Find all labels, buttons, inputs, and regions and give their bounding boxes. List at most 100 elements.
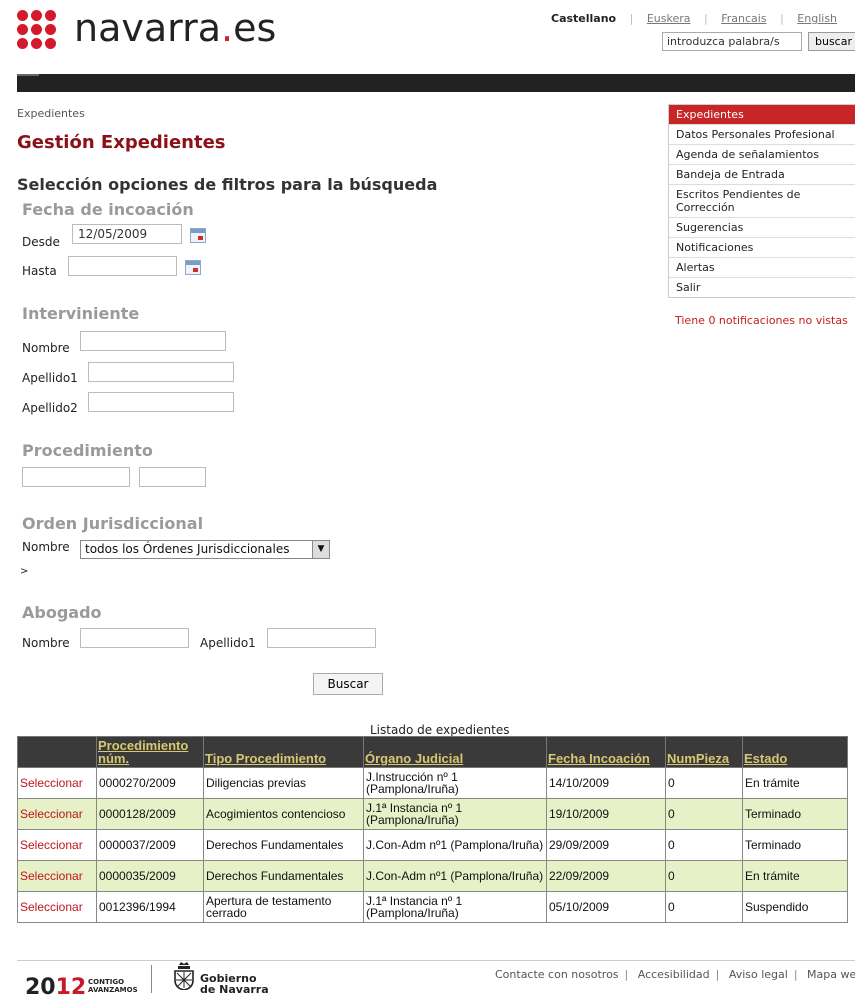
cell-estado: Terminado: [742, 829, 848, 861]
cell-num: 0000035/2009: [96, 860, 204, 892]
desde-date-input[interactable]: [72, 224, 182, 244]
cell-fecha: 05/10/2009: [546, 891, 666, 923]
seleccionar-link[interactable]: Seleccionar: [20, 776, 83, 790]
menu-item-agenda[interactable]: Agenda de señalamientos: [669, 145, 855, 165]
cell-action: Seleccionar: [17, 829, 97, 861]
table-header-row: Procedimiento núm. Tipo Procedimiento Ór…: [17, 736, 848, 768]
menu-item-bandeja[interactable]: Bandeja de Entrada: [669, 165, 855, 185]
site-search-input[interactable]: [662, 32, 802, 51]
footer-divider: [17, 960, 855, 961]
table-caption: Listado de expedientes: [370, 723, 510, 737]
cell-pieza: 0: [665, 891, 743, 923]
footer-separator: |: [715, 968, 720, 981]
footer-link-accesibilidad[interactable]: Accesibilidad: [638, 968, 710, 981]
slogan-line2: AVANZAMOS: [88, 986, 138, 994]
table-row: Seleccionar 0000270/2009 Diligencias pre…: [17, 767, 848, 799]
col-header-organo[interactable]: Órgano Judicial: [363, 736, 547, 768]
table-row: Seleccionar 0000035/2009 Derechos Fundam…: [17, 860, 848, 892]
hasta-date-input[interactable]: [68, 256, 177, 276]
lang-english-link[interactable]: English: [797, 12, 837, 25]
col-header-estado[interactable]: Estado: [742, 736, 848, 768]
menu-item-datos-personales[interactable]: Datos Personales Profesional: [669, 125, 855, 145]
seleccionar-link[interactable]: Seleccionar: [20, 869, 83, 883]
cell-num: 0000270/2009: [96, 767, 204, 799]
notifications-status: Tiene 0 notificaciones no vistas: [675, 314, 848, 327]
coat-of-arms-icon: [174, 962, 194, 990]
procedimiento-num-input[interactable]: [22, 467, 130, 487]
fecha-section-title: Fecha de incoación: [22, 200, 194, 219]
cell-tipo: Diligencias previas: [203, 767, 364, 799]
col-header-tipo[interactable]: Tipo Procedimiento: [203, 736, 364, 768]
cell-num: 0012396/1994: [96, 891, 204, 923]
lang-francais-link[interactable]: Francais: [721, 12, 766, 25]
table-row: Seleccionar 0000128/2009 Acogimientos co…: [17, 798, 848, 830]
breadcrumb[interactable]: Expedientes: [17, 107, 85, 120]
seleccionar-link[interactable]: Seleccionar: [20, 900, 83, 914]
footer-link-contacte[interactable]: Contacte con nosotros: [495, 968, 619, 981]
navarra-logo-dots[interactable]: [17, 10, 63, 56]
gobierno-logo[interactable]: Gobierno de Navarra: [200, 973, 269, 995]
footer-link-aviso-legal[interactable]: Aviso legal: [729, 968, 788, 981]
cell-tipo: Derechos Fundamentales: [203, 860, 364, 892]
logo-dot: .: [221, 6, 234, 50]
year-suffix: 12: [55, 975, 87, 1000]
menu-item-salir[interactable]: Salir: [669, 278, 855, 297]
cell-action: Seleccionar: [17, 767, 97, 799]
seleccionar-link[interactable]: Seleccionar: [20, 807, 83, 821]
apellido1-label: Apellido1: [22, 371, 78, 385]
site-logo[interactable]: navarra.es: [74, 6, 276, 50]
footer-link-mapa-web[interactable]: Mapa web: [807, 968, 855, 981]
col-header-numpieza[interactable]: NumPieza: [665, 736, 743, 768]
gov-line2: de Navarra: [200, 983, 269, 996]
cell-tipo: Derechos Fundamentales: [203, 829, 364, 861]
interviniente-apellido1-input[interactable]: [88, 362, 234, 382]
table-row: Seleccionar 0012396/1994 Apertura de tes…: [17, 891, 848, 923]
interviniente-apellido2-input[interactable]: [88, 392, 234, 412]
col-header-fecha[interactable]: Fecha Incoación: [546, 736, 666, 768]
orden-nombre-label: Nombre: [22, 540, 70, 554]
cell-estado: Terminado: [742, 798, 848, 830]
abogado-apellido1-input[interactable]: [267, 628, 376, 648]
cell-pieza: 0: [665, 860, 743, 892]
orden-arrow: >: [20, 566, 29, 577]
desde-label: Desde: [22, 235, 60, 249]
page-title: Gestión Expedientes: [17, 132, 226, 153]
cell-estado: En trámite: [742, 767, 848, 799]
cell-pieza: 0: [665, 798, 743, 830]
col-header-procedimiento[interactable]: Procedimiento núm.: [96, 736, 204, 768]
orden-jurisdiccional-select[interactable]: todos los Órdenes Jurisdiccionales ▼: [80, 540, 330, 559]
menu-item-expedientes[interactable]: Expedientes: [669, 105, 855, 125]
procedimiento-year-input[interactable]: [139, 467, 206, 487]
nombre-label: Nombre: [22, 341, 70, 355]
interviniente-nombre-input[interactable]: [80, 331, 226, 351]
buscar-button[interactable]: Buscar: [313, 673, 383, 695]
chevron-down-icon[interactable]: ▼: [312, 541, 329, 558]
table-row: Seleccionar 0000037/2009 Derechos Fundam…: [17, 829, 848, 861]
abogado-nombre-input[interactable]: [80, 628, 189, 648]
lang-separator: |: [629, 12, 634, 25]
footer-vertical-divider: [151, 965, 152, 993]
footer-links: Contacte con nosotros | Accesibilidad | Av…: [495, 968, 855, 981]
logo-prefix: navarra: [74, 6, 222, 50]
cell-organo: J.1ª Instancia nº 1 (Pamplona/Iruña): [363, 798, 547, 830]
seleccionar-link[interactable]: Seleccionar: [20, 838, 83, 852]
cell-fecha: 19/10/2009: [546, 798, 666, 830]
cell-organo: J.1ª Instancia nº 1 (Pamplona/Iruña): [363, 891, 547, 923]
cell-organo: J.Con-Adm nº1 (Pamplona/Iruña): [363, 860, 547, 892]
cell-organo: J.Con-Adm nº1 (Pamplona/Iruña): [363, 829, 547, 861]
cell-organo: J.Instrucción nº 1 (Pamplona/Iruña): [363, 767, 547, 799]
menu-item-notificaciones[interactable]: Notificaciones: [669, 238, 855, 258]
apellido2-label: Apellido2: [22, 401, 78, 415]
calendar-icon[interactable]: [185, 260, 201, 275]
menu-item-escritos-pendientes[interactable]: Escritos Pendientes de Corrección: [669, 185, 855, 218]
cell-estado: Suspendido: [742, 891, 848, 923]
menu-item-sugerencias[interactable]: Sugerencias: [669, 218, 855, 238]
slogan-line1: CONTIGO: [88, 978, 125, 986]
expedientes-table: Procedimiento núm. Tipo Procedimiento Ór…: [17, 736, 848, 923]
calendar-icon[interactable]: [190, 228, 206, 243]
menu-item-alertas[interactable]: Alertas: [669, 258, 855, 278]
cell-fecha: 29/09/2009: [546, 829, 666, 861]
lang-euskera-link[interactable]: Euskera: [647, 12, 691, 25]
abogado-section-title: Abogado: [22, 603, 102, 622]
site-search-button[interactable]: buscar: [808, 32, 855, 51]
